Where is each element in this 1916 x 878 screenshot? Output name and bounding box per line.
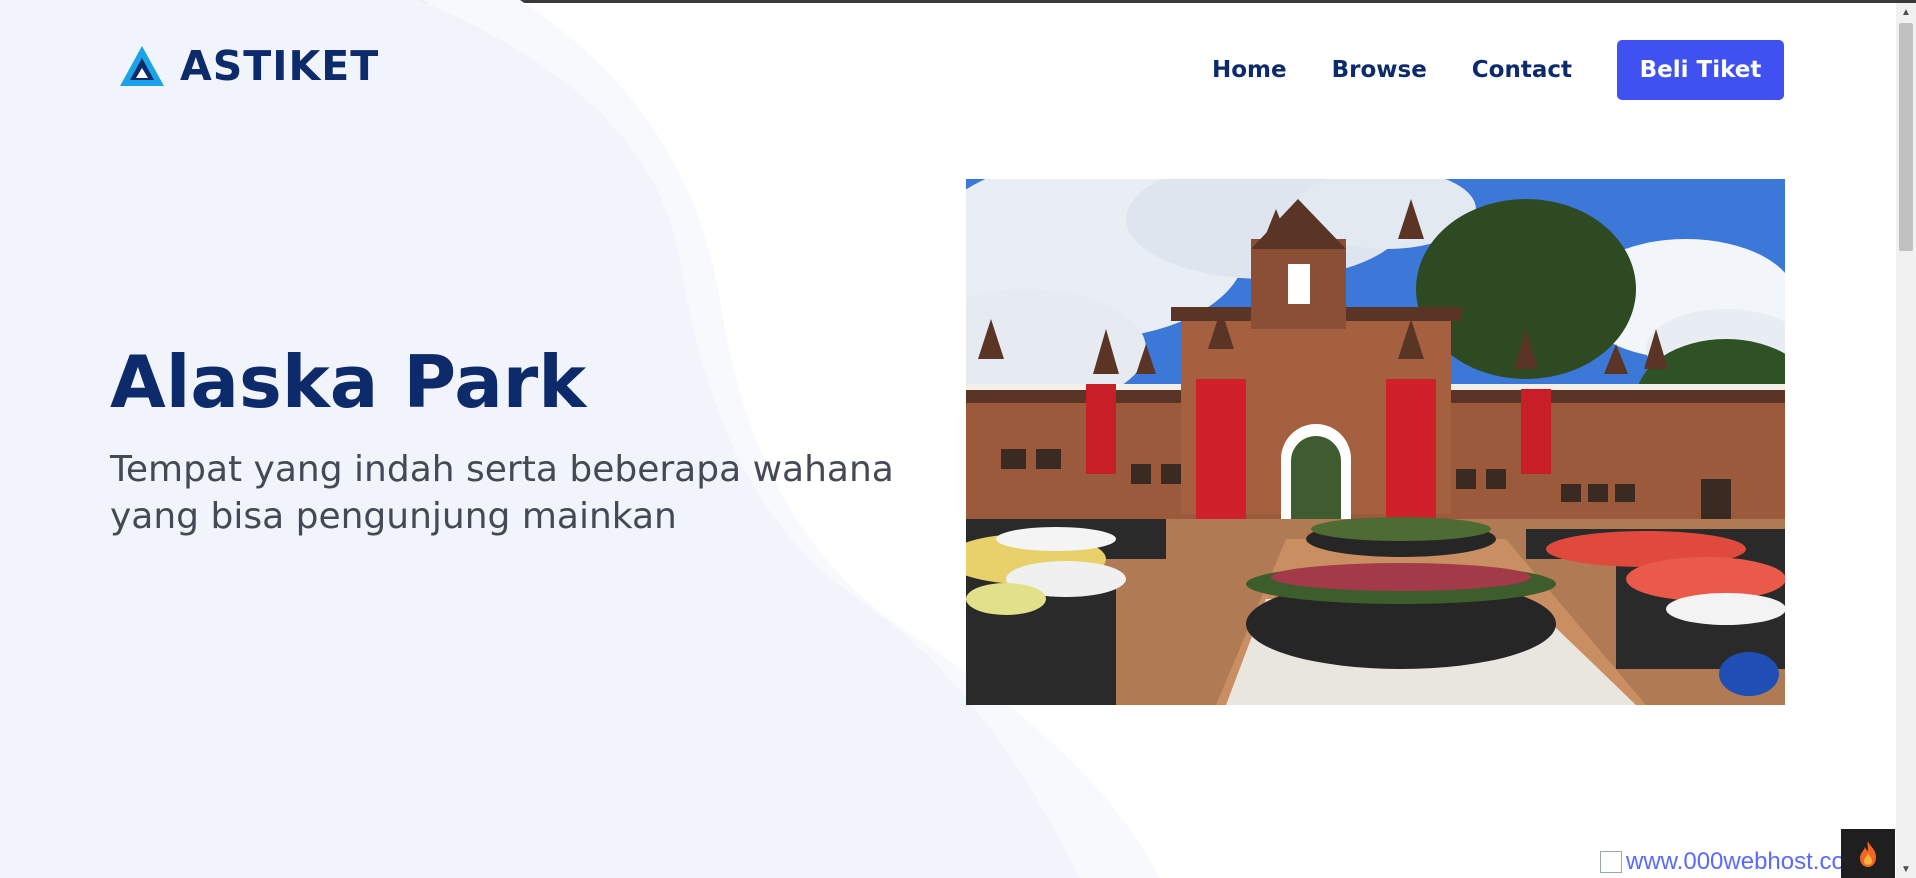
hero-subtitle: Tempat yang indah serta beberapa wahana … (110, 449, 894, 537)
nav-browse-link[interactable]: Browse (1332, 57, 1427, 83)
triangle-logo-icon (120, 46, 164, 86)
webhost-link[interactable]: www.000webhost.com (1600, 848, 1865, 876)
webhost-badge-button[interactable] (1841, 829, 1895, 878)
vertical-scrollbar[interactable]: ▲ ▼ (1896, 3, 1916, 878)
scrollbar-thumb[interactable] (1899, 23, 1913, 251)
broken-image-icon (1600, 851, 1622, 873)
brand-logo[interactable]: ASTIKET (118, 42, 379, 90)
castle-park-photo (966, 179, 1785, 705)
webhost-link-text: www.000webhost.com (1626, 848, 1865, 875)
page: ASTIKET Home Browse Contact Beli Tiket A… (0, 0, 1896, 878)
fire-icon (1860, 840, 1876, 867)
nav-home-link[interactable]: Home (1212, 57, 1287, 83)
logo-text: ASTIKET (180, 42, 380, 90)
main-nav: Home Browse Contact Beli Tiket (1212, 40, 1784, 100)
scroll-down-arrow-icon[interactable]: ▼ (1896, 860, 1916, 878)
scroll-up-arrow-icon[interactable]: ▲ (1896, 3, 1916, 21)
hero-title: Alaska Park (110, 340, 587, 424)
nav-contact-link[interactable]: Contact (1472, 57, 1572, 83)
buy-ticket-button[interactable]: Beli Tiket (1617, 40, 1784, 100)
